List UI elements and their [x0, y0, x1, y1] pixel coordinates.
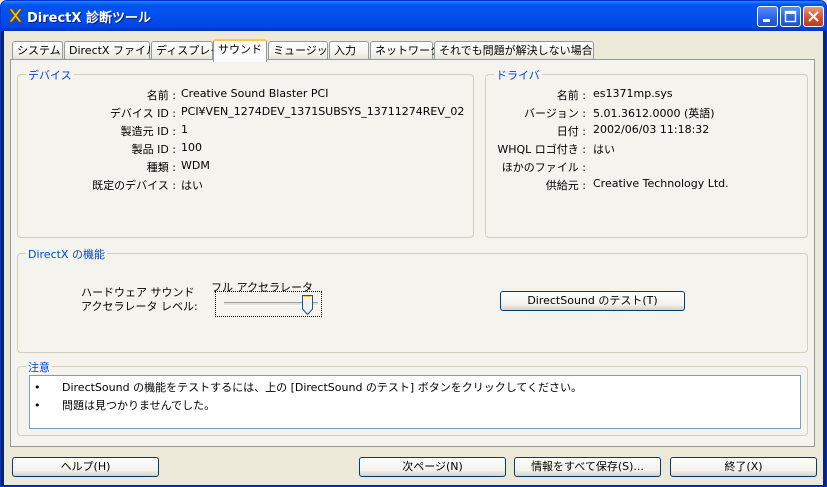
- note-item: • DirectSound の機能をテストするには、上の [DirectSound…: [34, 379, 582, 395]
- bullet: •: [34, 399, 41, 412]
- device-name-label: 名前 :: [146, 89, 176, 102]
- product-id-value: 100: [181, 141, 202, 154]
- tab-more-help[interactable]: それでも問題が解決しない場合: [434, 41, 594, 60]
- type-label: 種類 :: [146, 161, 176, 174]
- notes-textbox[interactable]: • DirectSound の機能をテストするには、上の [DirectSound…: [29, 375, 801, 429]
- accel-level-label: ハードウェア サウンド アクセラレータ レベル:: [81, 286, 198, 314]
- bullet: •: [34, 381, 41, 394]
- tab-display[interactable]: ディスプレイ: [151, 41, 221, 60]
- tab-music[interactable]: ミュージック: [268, 41, 339, 60]
- type-value: WDM: [181, 159, 210, 172]
- tab-sound[interactable]: サウンド: [213, 39, 267, 62]
- maximize-icon: [784, 10, 797, 23]
- device-legend: デバイス: [26, 67, 74, 83]
- driver-group: ドライバ 名前 : es1371mp.sys バージョン : 5.01.3612…: [485, 67, 808, 238]
- help-button[interactable]: ヘルプ(H): [12, 457, 159, 477]
- window-title: DirectX 診断ツール: [27, 11, 151, 26]
- provider-value: Creative Technology Ltd.: [593, 177, 729, 190]
- application-window: DirectX 診断ツール システム DirectX ファイル ディスプレイ サ…: [0, 0, 827, 487]
- tab-directx-files[interactable]: DirectX ファイル: [64, 41, 157, 60]
- tab-system[interactable]: システム: [12, 41, 63, 60]
- directx-x-icon: [8, 8, 23, 23]
- device-name-value: Creative Sound Blaster PCI: [181, 87, 329, 100]
- client-area: システム DirectX ファイル ディスプレイ サウンド ミュージック 入力 …: [4, 31, 823, 485]
- driver-name-label: 名前 :: [556, 89, 586, 102]
- note-item: • 問題は見つかりませんでした。: [34, 397, 215, 413]
- tab-input[interactable]: 入力: [329, 41, 369, 60]
- driver-name-value: es1371mp.sys: [593, 87, 673, 100]
- features-legend: DirectX の機能: [26, 246, 107, 262]
- vendor-id-value: 1: [181, 123, 188, 136]
- driver-date-value: 2002/06/03 11:18:32: [593, 123, 710, 136]
- device-id-label: デバイス ID :: [109, 107, 176, 120]
- save-all-button[interactable]: 情報をすべて保存(S)...: [514, 457, 661, 477]
- accel-slider[interactable]: [215, 291, 322, 317]
- driver-legend: ドライバ: [494, 67, 542, 83]
- whql-label: WHQL ロゴ付き :: [497, 143, 586, 156]
- default-device-label: 既定のデバイス :: [92, 179, 176, 192]
- title-bar[interactable]: DirectX 診断ツール: [1, 1, 826, 31]
- sound-tab-panel: デバイス 名前 : Creative Sound Blaster PCI デバイ…: [10, 59, 815, 447]
- default-device-value: はい: [181, 179, 203, 192]
- minimize-icon: [763, 19, 770, 22]
- slider-thumb-icon[interactable]: [302, 295, 313, 315]
- maximize-button[interactable]: [780, 6, 801, 27]
- note-text: DirectSound の機能をテストするには、上の [DirectSound …: [62, 381, 583, 394]
- close-icon: [808, 11, 819, 22]
- product-id-label: 製品 ID :: [131, 143, 176, 156]
- accel-level-label-line1: ハードウェア サウンド: [81, 286, 195, 299]
- driver-version-label: バージョン :: [524, 107, 586, 120]
- accel-level-label-line2: アクセラレータ レベル:: [81, 300, 198, 313]
- device-id-value: PCI¥VEN_1274DEV_1371SUBSYS_13711274REV_0…: [181, 105, 465, 118]
- driver-version-value: 5.01.3612.0000 (英語): [593, 107, 715, 120]
- note-text: 問題は見つかりませんでした。: [62, 399, 216, 412]
- vendor-id-label: 製造元 ID :: [120, 125, 176, 138]
- notes-legend: 注意: [26, 359, 52, 375]
- tab-network[interactable]: ネットワーク: [370, 41, 441, 60]
- other-files-label: ほかのファイル :: [501, 161, 586, 174]
- device-group: デバイス 名前 : Creative Sound Blaster PCI デバイ…: [17, 67, 474, 238]
- exit-button[interactable]: 終了(X): [670, 457, 817, 477]
- close-button[interactable]: [803, 6, 824, 27]
- next-page-button[interactable]: 次ページ(N): [359, 457, 506, 477]
- minimize-button[interactable]: [757, 6, 778, 27]
- provider-label: 供給元 :: [545, 179, 586, 192]
- driver-date-label: 日付 :: [556, 125, 586, 138]
- whql-value: はい: [593, 143, 615, 156]
- directsound-test-button[interactable]: DirectSound のテスト(T): [500, 291, 685, 311]
